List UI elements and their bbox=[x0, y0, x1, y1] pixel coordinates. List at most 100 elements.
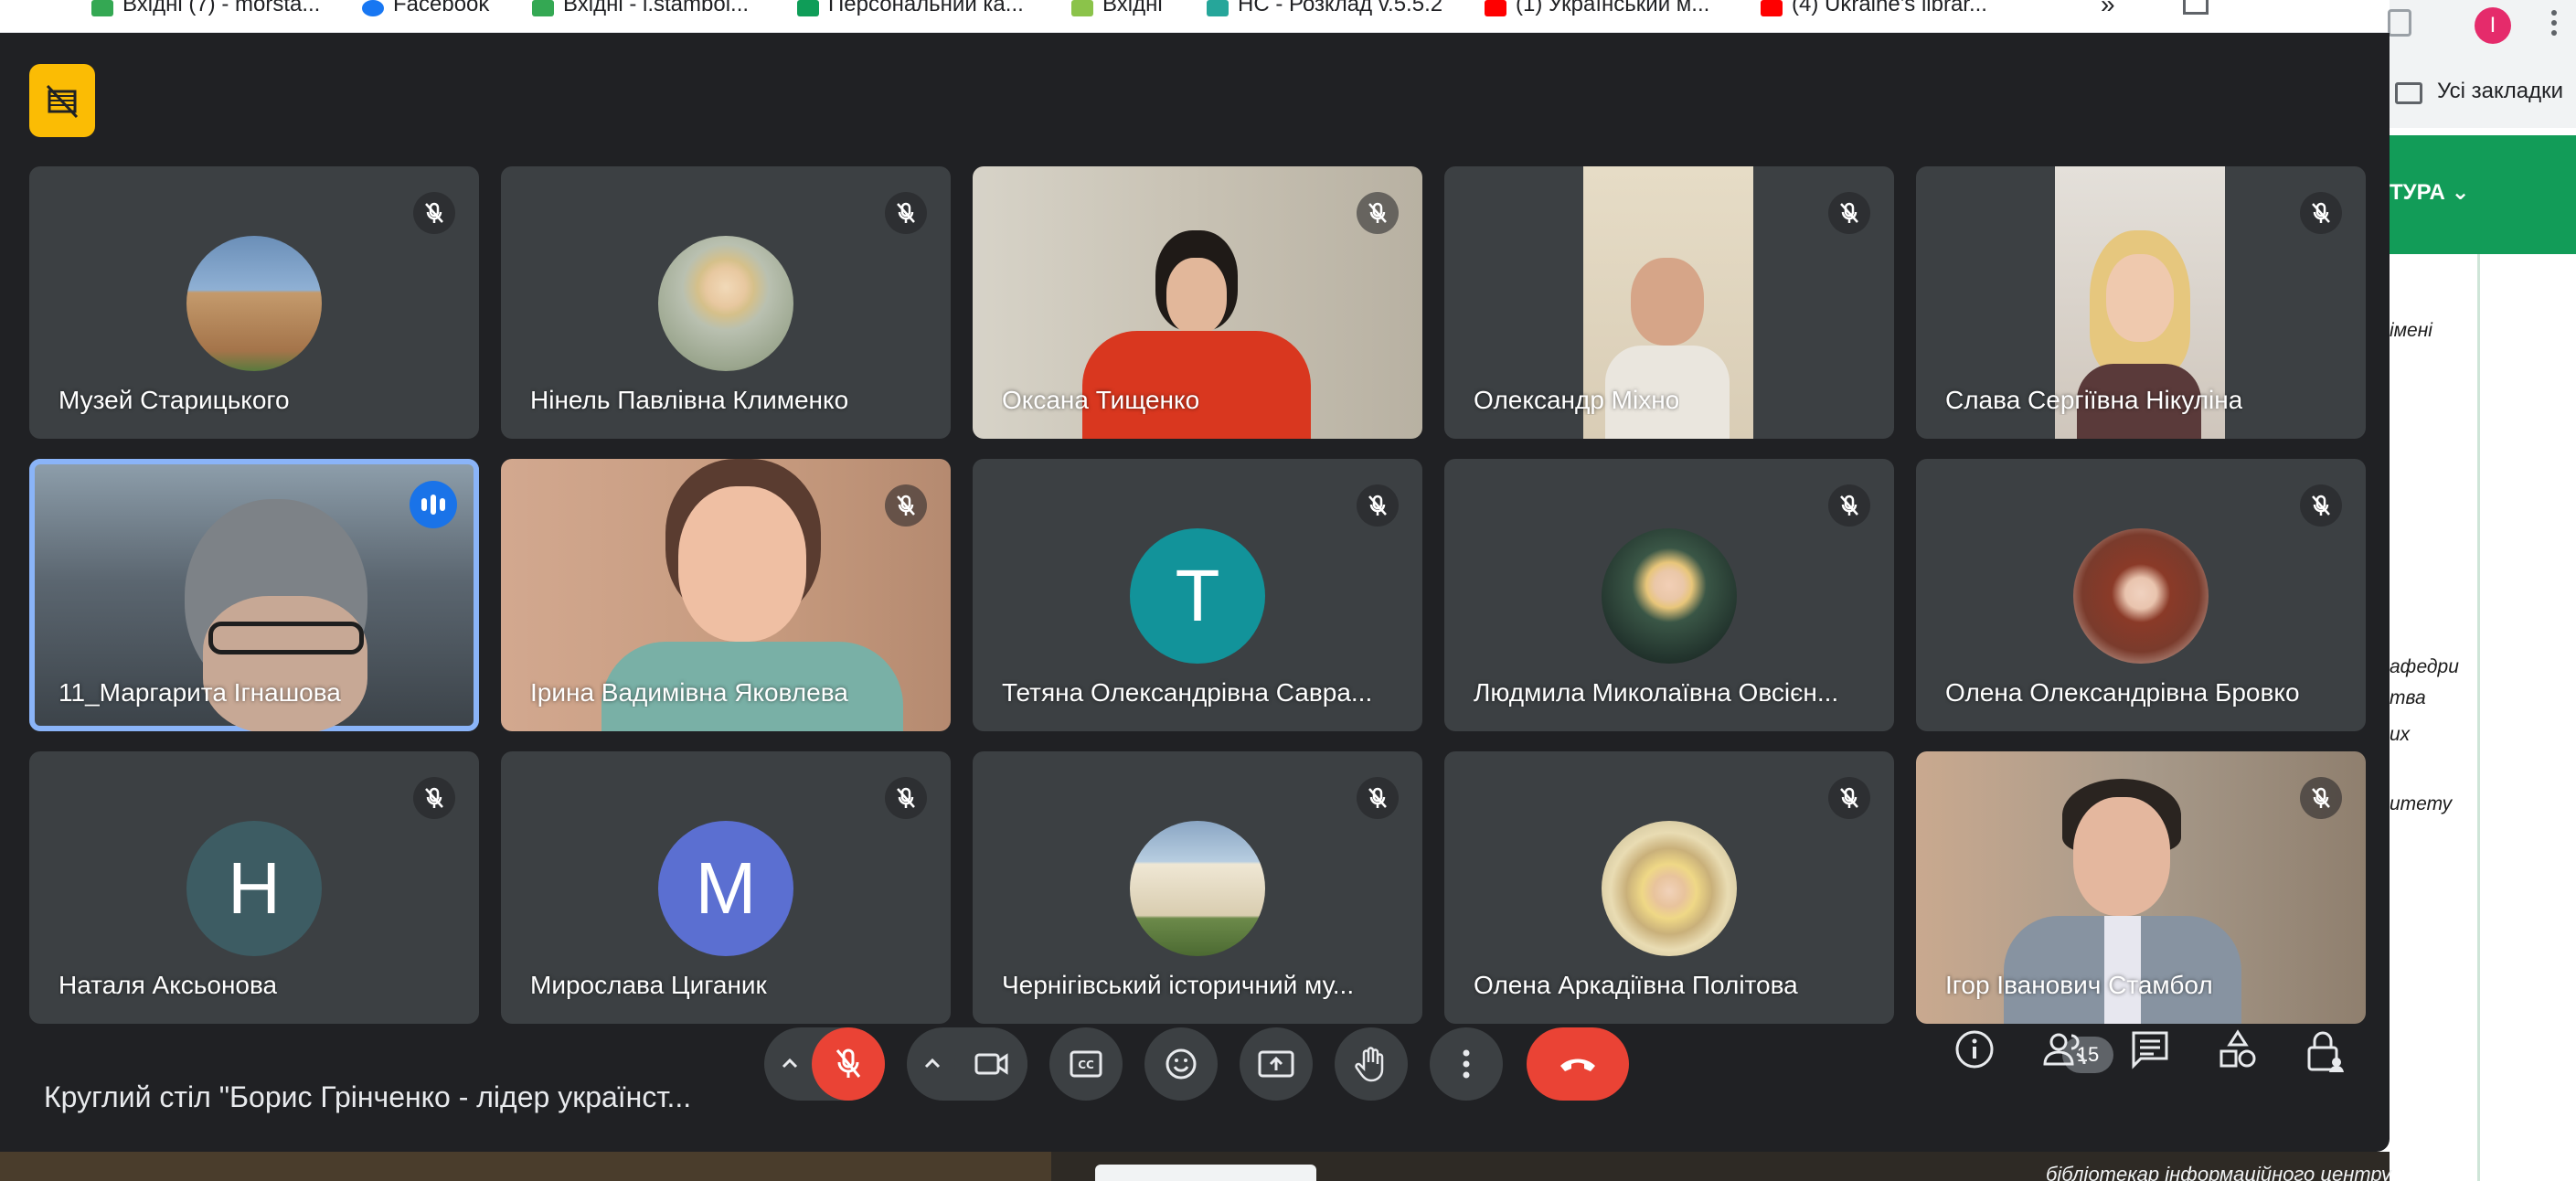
page-text: бібліотекар інформаційного центру bbox=[2046, 1163, 2391, 1181]
bookmark-schedule[interactable]: НС - Розклад v.5.5.2 bbox=[1207, 0, 1481, 18]
site-page-content bbox=[2390, 254, 2576, 1181]
more-options-button[interactable] bbox=[1430, 1027, 1503, 1101]
svg-text:CC: CC bbox=[1078, 1059, 1094, 1071]
mic-toggle-button[interactable] bbox=[812, 1027, 885, 1101]
meet-window: Музей Старицького Нінель Павлівна Климен… bbox=[0, 33, 2390, 1152]
participant-tile[interactable]: Олександр Міхно bbox=[1444, 166, 1894, 439]
video-feed bbox=[678, 486, 806, 642]
participant-tile-active-speaker[interactable]: 11_Маргарита Ігнашова bbox=[29, 459, 479, 731]
reactions-button[interactable] bbox=[1144, 1027, 1218, 1101]
site-nav-item[interactable]: ТУРА ⌄ bbox=[2390, 179, 2470, 206]
muted-mic-icon bbox=[1357, 192, 1399, 234]
muted-mic-icon bbox=[1828, 484, 1870, 527]
muted-mic-icon bbox=[1828, 777, 1870, 819]
page-text: імені bbox=[2390, 320, 2432, 341]
participant-tile[interactable]: Музей Старицького bbox=[29, 166, 479, 439]
video-feed bbox=[1631, 258, 1704, 346]
extensions-icon[interactable] bbox=[2388, 9, 2411, 37]
participant-photo bbox=[186, 236, 322, 371]
participant-tile[interactable]: Нінель Павлівна Клименко bbox=[501, 166, 951, 439]
video-feed bbox=[2073, 797, 2170, 916]
bookmark-gmail-morsta[interactable]: Вхідні (7) - morsta... bbox=[91, 0, 366, 18]
youtube-icon bbox=[1485, 0, 1506, 16]
chevron-up-icon bbox=[782, 1058, 798, 1069]
muted-mic-icon bbox=[1357, 777, 1399, 819]
all-bookmarks-link[interactable]: Усі закладки bbox=[2437, 79, 2563, 104]
activities-button[interactable] bbox=[2210, 1029, 2265, 1084]
host-controls-lock-button[interactable] bbox=[2298, 1029, 2353, 1084]
participant-name: Ігор Іванович Стамбол bbox=[1945, 971, 2213, 999]
video-feed bbox=[1166, 258, 1227, 335]
bookmark-youtube-2[interactable]: (4) Ukraine's librar... bbox=[1761, 0, 2035, 18]
letter-avatar: H bbox=[186, 821, 322, 956]
gmail-icon bbox=[91, 0, 113, 16]
gmail-icon bbox=[532, 0, 554, 16]
participant-name: Чернігівський історичний му... bbox=[1002, 971, 1355, 999]
participant-tile[interactable]: Людмила Миколаївна Овсієн... bbox=[1444, 459, 1894, 731]
closed-captions-icon: CC bbox=[1070, 1050, 1102, 1078]
muted-mic-icon bbox=[885, 484, 927, 527]
participant-photo bbox=[1602, 528, 1737, 664]
camera-options-button[interactable] bbox=[910, 1027, 954, 1101]
captions-button[interactable]: CC bbox=[1049, 1027, 1123, 1101]
bookmark-youtube-1[interactable]: (1) Український м... bbox=[1485, 0, 1759, 18]
leave-call-button[interactable] bbox=[1527, 1027, 1629, 1101]
camera-control-group bbox=[907, 1027, 1027, 1101]
participant-tile[interactable]: M Мирослава Циганик bbox=[501, 751, 951, 1024]
present-icon bbox=[1258, 1050, 1294, 1078]
bookmark-facebook[interactable]: Facebook bbox=[362, 0, 527, 18]
participant-name: Тетяна Олександрівна Савра... bbox=[1002, 678, 1373, 707]
participant-tile[interactable]: Олена Аркадіївна Політова bbox=[1444, 751, 1894, 1024]
participant-name: Мирослава Циганик bbox=[530, 971, 767, 999]
muted-mic-icon bbox=[413, 777, 455, 819]
info-icon bbox=[1955, 1030, 1994, 1069]
youtube-icon bbox=[1761, 0, 1783, 16]
folder-icon bbox=[2395, 82, 2422, 104]
video-feed bbox=[2106, 254, 2174, 342]
bookmark-inbox[interactable]: Вхідні bbox=[1071, 0, 1199, 18]
camera-toggle-button[interactable] bbox=[954, 1027, 1027, 1101]
site-icon bbox=[1071, 0, 1093, 16]
bookmark-personal-cabinet[interactable]: Персональний ка... bbox=[797, 0, 1062, 18]
more-bookmarks-icon[interactable]: » bbox=[2101, 0, 2137, 18]
participant-tile[interactable]: Слава Сергіївна Нікуліна bbox=[1916, 166, 2366, 439]
raise-hand-button[interactable] bbox=[1335, 1027, 1408, 1101]
speaking-indicator-icon bbox=[410, 481, 457, 528]
participant-photo bbox=[1130, 821, 1265, 956]
participant-name: Людмила Миколаївна Овсієн... bbox=[1474, 678, 1839, 707]
participant-tile[interactable]: Ірина Вадимівна Яковлева bbox=[501, 459, 951, 731]
participant-name: 11_Маргарита Ігнашова bbox=[59, 678, 341, 707]
present-screen-button[interactable] bbox=[1240, 1027, 1313, 1101]
meeting-details-button[interactable] bbox=[1947, 1029, 2002, 1084]
desktop-wallpaper bbox=[0, 1152, 1051, 1181]
chevron-up-icon bbox=[924, 1058, 941, 1069]
participant-tile[interactable]: Оксана Тищенко bbox=[973, 166, 1422, 439]
mic-options-button[interactable] bbox=[768, 1027, 812, 1101]
chat-icon bbox=[2132, 1031, 2168, 1069]
participant-tile[interactable]: Чернігівський історичний му... bbox=[973, 751, 1422, 1024]
page-text: их bbox=[2390, 724, 2411, 745]
participant-name: Ірина Вадимівна Яковлева bbox=[530, 678, 848, 707]
participant-name: Наталя Аксьонова bbox=[59, 971, 278, 999]
participant-tile[interactable]: Олена Олександрівна Бровко bbox=[1916, 459, 2366, 731]
browser-menu-icon[interactable] bbox=[2550, 9, 2558, 37]
host-controls-button[interactable] bbox=[29, 64, 95, 137]
participant-tile[interactable]: Ігор Іванович Стамбол bbox=[1916, 751, 2366, 1024]
profile-avatar[interactable]: I bbox=[2475, 7, 2511, 44]
muted-mic-icon bbox=[885, 192, 927, 234]
muted-mic-icon bbox=[2300, 777, 2342, 819]
site-icon bbox=[797, 0, 819, 16]
participant-photo bbox=[2073, 528, 2209, 664]
more-vert-icon bbox=[1463, 1049, 1470, 1079]
participant-tile[interactable]: H Наталя Аксьонова bbox=[29, 751, 479, 1024]
chat-button[interactable] bbox=[2123, 1029, 2177, 1084]
meeting-title: Круглий стіл "Борис Грінченко - лідер ук… bbox=[44, 1080, 692, 1113]
video-feed bbox=[203, 596, 367, 731]
muted-mic-icon bbox=[1357, 484, 1399, 527]
bookmark-gmail-stambol[interactable]: Вхідні - i.stambol... bbox=[532, 0, 779, 18]
participant-tile[interactable]: T Тетяна Олександрівна Савра... bbox=[973, 459, 1422, 731]
mic-control-group bbox=[764, 1027, 885, 1101]
people-button[interactable] bbox=[2035, 1029, 2090, 1084]
bookmarks-bar: Вхідні (7) - morsta... Facebook Вхідні -… bbox=[0, 0, 2576, 33]
lock-person-icon bbox=[2307, 1031, 2344, 1072]
